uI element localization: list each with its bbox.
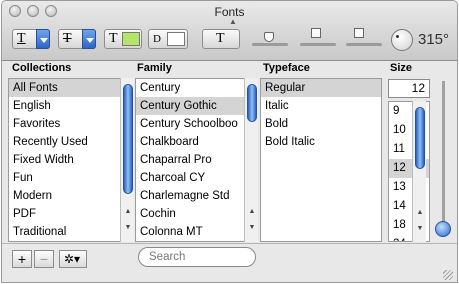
document-color-swatch[interactable]	[167, 32, 185, 46]
strikethrough-button[interactable]: T	[58, 29, 96, 49]
slider-knob[interactable]	[311, 28, 321, 38]
typeface-list-item[interactable]: Regular	[261, 79, 381, 97]
family-list-item[interactable]: Century Gothic	[136, 97, 246, 115]
family-scrollbar[interactable]: ▲ ▼	[244, 78, 258, 242]
collapse-caret-icon[interactable]: ▲	[229, 17, 237, 26]
chevron-down-icon[interactable]	[82, 29, 96, 49]
action-menu-button[interactable]: ✲▾	[59, 250, 87, 268]
collections-list-item[interactable]: English	[9, 97, 121, 115]
family-list-item[interactable]: Charcoal CY	[136, 169, 246, 187]
resize-grip-icon[interactable]	[443, 270, 453, 280]
bottom-bar: + − ✲▾ Search	[2, 243, 457, 282]
strikethrough-icon: T	[63, 31, 72, 46]
family-list[interactable]: Century Century Gothic Century Schoolboo Ch…	[135, 78, 247, 242]
size-header: Size	[390, 62, 413, 74]
text-color-swatch[interactable]	[122, 32, 140, 46]
collections-list-item[interactable]: PDF	[9, 205, 121, 223]
title-bar: Fonts ▲ T T T D T 315°	[2, 1, 457, 61]
family-list-item[interactable]: Chaparral Pro	[136, 151, 246, 169]
fonts-window: Fonts ▲ T T T D T 315° Collections All F…	[1, 0, 458, 283]
scroll-up-icon[interactable]: ▲	[413, 209, 427, 216]
family-list-item[interactable]: Century	[136, 79, 246, 97]
typeface-header: Typeface	[263, 62, 310, 74]
chevron-down-icon[interactable]	[36, 29, 50, 49]
family-list-item[interactable]: Charlemagne Std	[136, 187, 246, 205]
typeface-list-item[interactable]: Italic	[261, 97, 381, 115]
shadow-angle-value: 315°	[418, 31, 450, 48]
typeface-list-item[interactable]: Bold Italic	[261, 133, 381, 151]
search-field[interactable]: Search	[138, 247, 256, 267]
scroll-thumb[interactable]	[415, 107, 425, 169]
scroll-thumb[interactable]	[123, 84, 133, 194]
collections-header: Collections	[12, 62, 72, 74]
collections-list-item[interactable]: Recently Used	[9, 133, 121, 151]
slider-knob[interactable]	[264, 32, 274, 42]
collections-scrollbar[interactable]: ▲ ▼	[120, 78, 134, 242]
size-input[interactable]: 12	[388, 79, 430, 98]
shadow-offset-slider[interactable]	[346, 43, 382, 46]
shadow-icon: T	[216, 31, 225, 46]
collections-list[interactable]: All Fonts English Favorites Recently Used Fi…	[8, 78, 122, 242]
collections-list-item[interactable]: Favorites	[9, 115, 121, 133]
scroll-up-icon[interactable]: ▲	[121, 208, 135, 215]
scroll-up-icon[interactable]: ▲	[245, 208, 259, 215]
collections-list-item[interactable]: Fun	[9, 169, 121, 187]
shadow-angle-dial[interactable]	[391, 29, 413, 51]
collections-list-item[interactable]: All Fonts	[9, 79, 121, 97]
remove-collection-button[interactable]: −	[34, 250, 54, 268]
text-color-button[interactable]: T	[104, 29, 142, 49]
family-header: Family	[137, 62, 172, 74]
family-list-item[interactable]: Cochin	[136, 205, 246, 223]
collections-list-item[interactable]: Modern	[9, 187, 121, 205]
underline-icon: T	[17, 31, 26, 46]
shadow-button[interactable]: T	[202, 29, 240, 49]
scroll-thumb[interactable]	[247, 84, 257, 122]
scroll-down-icon[interactable]: ▼	[121, 224, 135, 231]
document-color-button[interactable]: D	[148, 29, 188, 49]
typeface-list-item[interactable]: Bold	[261, 115, 381, 133]
collections-list-item[interactable]: Fixed Width	[9, 151, 121, 169]
underline-button[interactable]: T	[12, 29, 50, 49]
family-list-item[interactable]: Century Schoolboo	[136, 115, 246, 133]
size-slider-knob[interactable]	[435, 221, 451, 237]
collections-list-item[interactable]: Traditional	[9, 223, 121, 241]
typeface-list[interactable]: Regular Italic Bold Bold Italic	[260, 78, 382, 242]
slider-knob[interactable]	[354, 28, 364, 38]
size-scrollbar[interactable]: ▲ ▼	[412, 101, 426, 242]
scroll-down-icon[interactable]: ▼	[245, 224, 259, 231]
scroll-down-icon[interactable]: ▼	[413, 225, 427, 232]
document-icon: D	[153, 33, 161, 45]
shadow-opacity-slider[interactable]	[252, 43, 288, 46]
add-collection-button[interactable]: +	[12, 250, 32, 268]
shadow-blur-slider[interactable]	[300, 43, 336, 46]
size-slider-track[interactable]	[442, 81, 445, 231]
family-list-item[interactable]: Chalkboard	[136, 133, 246, 151]
family-list-item[interactable]: Colonna MT	[136, 223, 246, 241]
text-color-icon: T	[109, 31, 118, 46]
